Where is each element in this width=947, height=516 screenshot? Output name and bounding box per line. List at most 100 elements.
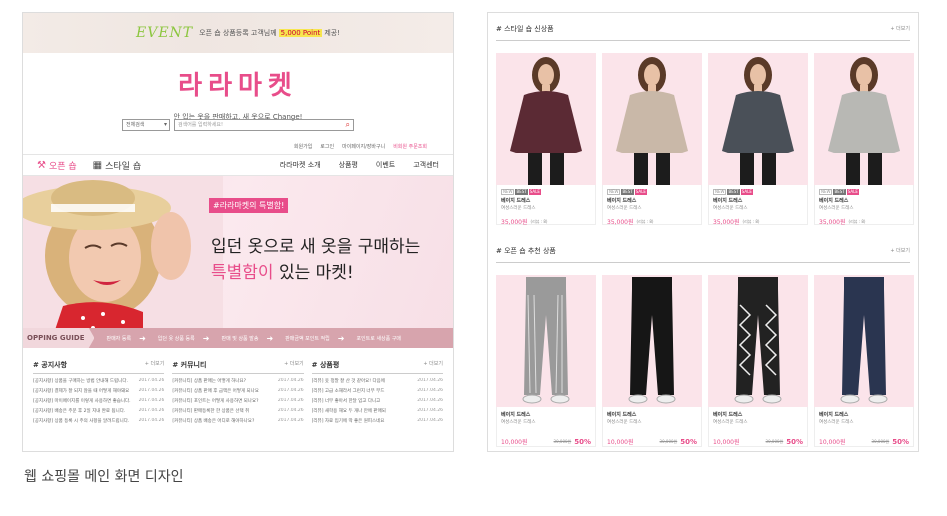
- product-card[interactable]: 베이지 드레스 여성스러운 드레스 10,000원 30,000원 50%: [708, 275, 808, 447]
- nav-style-shop-label: 스타일 숍: [105, 161, 142, 172]
- product-card[interactable]: NEW BEST SALE 베이지 드레스 여성스러운 드레스 35,000원 (리뷰 : …: [602, 53, 702, 227]
- product-name[interactable]: 베이지 드레스: [819, 411, 909, 418]
- list-item[interactable]: [공지사항] 상품을 구매하는 방법 안내해 드립니다. 2017.04.26: [33, 378, 164, 384]
- discount-percent: 50%: [680, 437, 697, 446]
- product-card[interactable]: NEW BEST SALE 베이지 드레스 여성스러운 드레스 35,000원 (리뷰 : …: [814, 53, 914, 227]
- best-badge: BEST: [515, 189, 528, 195]
- torn-edge: [23, 445, 453, 451]
- list-item[interactable]: [커뮤니티] 상품 배송은 어디로 해야하나요? 2017.04.26: [172, 418, 303, 424]
- product-name[interactable]: 베이지 드레스: [501, 411, 591, 418]
- list-item[interactable]: [커뮤니티] 상품 판매 후 금액은 어떻게 되나요 2017.04.26: [172, 388, 303, 394]
- header: 라라마켓 안 입는 옷을 판매하고, 새 옷으로 Change!: [23, 53, 453, 121]
- product-photo[interactable]: [602, 275, 702, 407]
- search-icon[interactable]: ⌕: [346, 120, 350, 130]
- list-item[interactable]: [공지사항] 배송은 주문 후 2일 지내 완료 됩니다. 2017.04.26: [33, 408, 164, 414]
- nav-open-shop[interactable]: ⚒ 오픈 숍: [37, 159, 77, 172]
- nav-about[interactable]: 라라마켓 소개: [280, 160, 321, 170]
- list-item[interactable]: [커뮤니티] 포인트는 어떻게 사용하면 되나요? 2017.04.26: [172, 398, 303, 404]
- signup-link[interactable]: 회원가입: [294, 143, 312, 150]
- product-name[interactable]: 베이지 드레스: [713, 411, 803, 418]
- price-value: 10,000원: [819, 439, 846, 446]
- list-item[interactable]: [리뷰] 너무 좋아서 한달 입고 다니고 2017.04.26: [312, 398, 443, 404]
- list-item[interactable]: [리뷰] 자료 입기에 딱 좋은 원피스네요 2017.04.26: [312, 418, 443, 424]
- product-price: 35,000원 (리뷰 : 8): [819, 217, 909, 227]
- original-price: 30,000원: [765, 438, 784, 444]
- more-link[interactable]: + 더보기: [145, 360, 165, 370]
- product-name[interactable]: 베이지 드레스: [501, 197, 591, 204]
- login-link[interactable]: 로그인: [320, 143, 334, 150]
- more-link[interactable]: + 더보기: [890, 247, 910, 254]
- product-name[interactable]: 베이지 드레스: [713, 197, 803, 204]
- product-photo[interactable]: [814, 53, 914, 185]
- hero-banner[interactable]: #라라마켓의 특별함! 입던 옷으로 새 옷을 구매하는 특별함이 있는 마켓!…: [23, 176, 453, 348]
- list-item[interactable]: [리뷰] 옷 정말 잘 산 것 같아요! 다음에 2017.04.26: [312, 378, 443, 384]
- original-price: 30,000원: [553, 438, 572, 444]
- site-logo[interactable]: 라라마켓: [23, 65, 453, 102]
- product-card[interactable]: 베이지 드레스 여성스러운 드레스 10,000원 30,000원 50%: [814, 275, 914, 447]
- event-banner[interactable]: EVENT 오픈 숍 상품등록 고객님께 5,000 Point 제공!: [23, 13, 453, 53]
- product-photo[interactable]: [496, 53, 596, 185]
- nav-reviews[interactable]: 상품평: [339, 160, 358, 170]
- list-item[interactable]: [리뷰] 고급 소재라서 그런지 너무 부드 2017.04.26: [312, 388, 443, 394]
- product-photo[interactable]: [602, 53, 702, 185]
- price-value: 35,000원: [607, 219, 634, 226]
- review-count: (리뷰 : 8): [636, 218, 654, 224]
- list-item[interactable]: [공지사항] 마이페이지를 이렇게 사용하면 좋습니다. 2017.04.26: [33, 398, 164, 404]
- badge-group: NEW BEST SALE: [819, 189, 909, 195]
- product-card[interactable]: NEW BEST SALE 베이지 드레스 여성스러운 드레스 35,000원 (리뷰 : …: [708, 53, 808, 226]
- guest-order-link[interactable]: 비회원 주문조회: [393, 143, 427, 150]
- board-title: # 공지사항: [33, 361, 68, 369]
- product-photo[interactable]: [708, 275, 808, 407]
- more-link[interactable]: + 더보기: [423, 360, 443, 370]
- search-input[interactable]: 검색어를 입력하세요! ⌕: [174, 119, 354, 131]
- list-item[interactable]: [리뷰] 새학용 해요 두 개나 만에 판매되 2017.04.26: [312, 408, 443, 414]
- product-price: 10,000원 30,000원 50%: [607, 437, 697, 447]
- nav-style-shop[interactable]: ▦ 스타일 숍: [93, 159, 141, 172]
- board-title: # 상품평: [311, 361, 340, 369]
- product-name[interactable]: 베이지 드레스: [607, 411, 697, 418]
- original-price: 30,000원: [659, 438, 678, 444]
- more-link[interactable]: + 더보기: [890, 25, 910, 32]
- price-value: 10,000원: [713, 439, 740, 446]
- open-product-row: 베이지 드레스 여성스러운 드레스 10,000원 30,000원 50% 베이지 드레스…: [496, 275, 914, 447]
- product-name[interactable]: 베이지 드레스: [819, 197, 909, 204]
- list-item[interactable]: [공지사항] 결제가 잘 되지 않을 때 어떻게 해야돼요 2017.04.26: [33, 388, 164, 394]
- sale-badge: SALE: [634, 189, 647, 195]
- list-item[interactable]: [공지사항] 상품 등록 시 주의 사항을 알려드립니다. 2017.04.26: [33, 418, 164, 424]
- section-title: # 스타일 숍 신상품: [496, 24, 554, 33]
- best-badge: BEST: [727, 189, 740, 195]
- arrow-right-icon: ➜: [337, 333, 345, 343]
- product-card[interactable]: 베이지 드레스 여성스러운 드레스 10,000원 30,000원 50%: [602, 275, 702, 447]
- nav-menu: 라라마켓 소개 상품평 이벤트 고객센터: [280, 160, 439, 170]
- product-card[interactable]: 베이지 드레스 여성스러운 드레스 10,000원 30,000원 50%: [496, 275, 596, 447]
- nav-events[interactable]: 이벤트: [376, 160, 395, 170]
- arrow-right-icon: ➜: [202, 333, 210, 343]
- product-name[interactable]: 베이지 드레스: [607, 197, 697, 204]
- search-placeholder: 검색어를 입력하세요!: [178, 122, 223, 128]
- hero-highlight: 특별함이: [211, 263, 274, 283]
- nav-support[interactable]: 고객센터: [413, 160, 439, 170]
- list-item[interactable]: [커뮤니티] 판매등록한 한 상품은 선택 취 2017.04.26: [172, 408, 303, 414]
- list-item[interactable]: [커뮤니티] 상품 판매는 어떻게 하나요? 2017.04.26: [172, 378, 303, 384]
- badge-group: NEW BEST SALE: [501, 189, 591, 195]
- price-value: 35,000원: [819, 219, 846, 226]
- product-price: 35,000원 (리뷰 : 8): [607, 217, 697, 227]
- product-subtitle: 여성스러운 드레스: [819, 420, 854, 425]
- search-category-select[interactable]: 전체검색: [122, 119, 170, 131]
- product-photo[interactable]: [814, 275, 914, 407]
- original-price: 30,000원: [871, 438, 890, 444]
- product-photo[interactable]: [496, 275, 596, 407]
- mypage-link[interactable]: 마이페이지/장바구니: [342, 143, 385, 150]
- nav-open-shop-label: 오픈 숍: [48, 161, 77, 172]
- product-info: 베이지 드레스 여성스러운 드레스 10,000원 30,000원 50%: [602, 407, 702, 447]
- product-photo[interactable]: [708, 53, 808, 185]
- product-info: 베이지 드레스 여성스러운 드레스 10,000원 30,000원 50%: [814, 407, 914, 447]
- more-link[interactable]: + 더보기: [284, 360, 304, 370]
- style-product-row: NEW BEST SALE 베이지 드레스 여성스러운 드레스 35,000원 (리뷰 : …: [496, 53, 914, 227]
- shirt-icon: ▦: [92, 159, 103, 171]
- product-subtitle: 여성스러운 드레스: [501, 206, 536, 211]
- product-subtitle: 여성스러운 드레스: [713, 420, 748, 425]
- product-card[interactable]: NEW BEST SALE 베이지 드레스 여성스러운 드레스 35,000원 (리뷰 : …: [496, 53, 596, 226]
- product-info: NEW BEST SALE 베이지 드레스 여성스러운 드레스 35,000원 (리뷰 : …: [814, 185, 914, 227]
- guide-step: 판매자 등록 ➜: [106, 333, 146, 343]
